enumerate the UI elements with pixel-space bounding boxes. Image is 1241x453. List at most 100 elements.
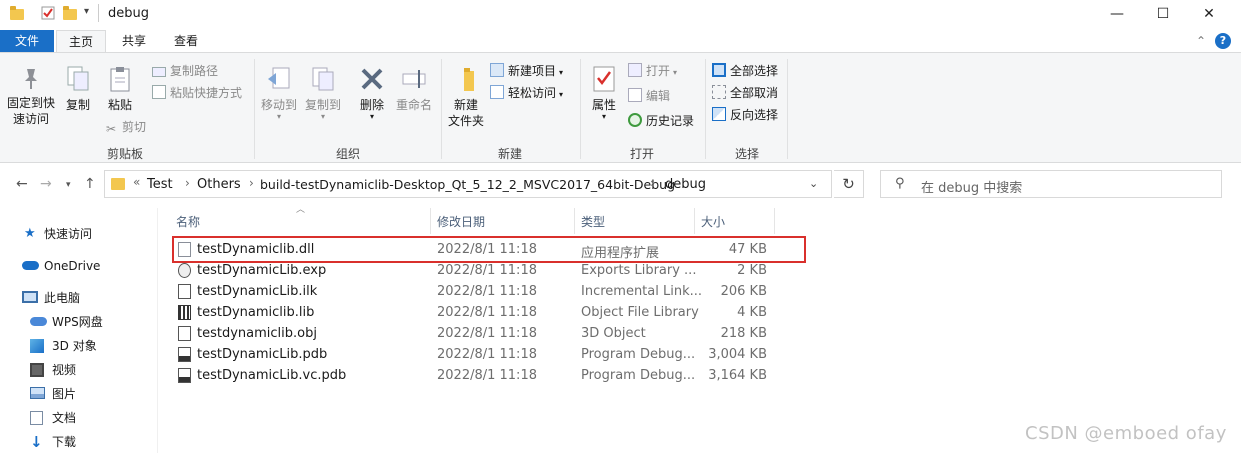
file-date: 2022/8/1 11:18 [437,347,537,362]
new-folder-label-1: 新建 [453,98,478,112]
pin-quick-access-button[interactable]: 固定到快 速访问 [4,65,58,127]
back-arrow-icon[interactable]: ← [16,176,28,192]
tab-file[interactable]: 文件 [0,30,54,53]
refresh-button[interactable]: ↻ [834,170,864,198]
rename-button[interactable]: 重命名 [392,65,436,113]
obj-icon [178,326,191,341]
breadcrumb-overflow[interactable]: « [133,175,140,189]
breadcrumb-debug[interactable]: debug [665,177,706,192]
new-folder-icon [464,68,474,91]
paste-icon [110,67,130,92]
file-name: testdynamiclib.obj [197,326,317,341]
address-history-icon[interactable]: ⌄ [809,177,818,190]
file-row[interactable]: testDynamicLib.pdb 2022/8/1 11:18 Program … [172,344,782,365]
file-row[interactable]: testDynamiclib.lib 2022/8/1 11:18 Object F… [172,302,782,323]
move-to-label: 移动到 [260,98,297,112]
download-icon: ↓ [30,433,43,451]
copy-path-button[interactable]: 复制路径 [152,61,218,81]
copy-button[interactable]: 复制 [60,65,96,113]
tab-share[interactable]: 共享 [112,30,156,53]
file-row[interactable]: testDynamicLib.ilk 2022/8/1 11:18 Incremen… [172,281,782,302]
nav-item-this-pc[interactable]: 此电脑 [22,288,80,308]
file-row[interactable]: testDynamicLib.vc.pdb 2022/8/1 11:18 Progr… [172,365,782,386]
move-to-button[interactable]: 移动到 ▾ [258,65,300,121]
column-header-date[interactable]: 修改日期 [437,212,485,232]
properties-dropdown-icon: ▾ [601,112,606,121]
window-title: debug [108,6,149,21]
file-date: 2022/8/1 11:18 [437,263,537,278]
refresh-icon: ↻ [842,175,855,193]
nav-item-quick-access[interactable]: ★ 快速访问 [24,224,92,244]
forward-arrow-icon[interactable]: → [40,176,52,192]
recent-locations-icon[interactable]: ▾ [66,180,71,190]
file-size: 3,004 KB [708,347,767,362]
breadcrumb-separator[interactable]: › [650,176,655,190]
breadcrumb-test[interactable]: Test [147,177,173,192]
invert-selection-button[interactable]: 反向选择 [712,105,778,125]
column-divider[interactable] [430,208,431,234]
help-icon[interactable]: ? [1215,33,1231,49]
easy-access-button[interactable]: 轻松访问 ▾ [490,83,563,103]
nav-item-downloads[interactable]: ↓ 下载 [30,432,76,452]
file-size: 218 KB [720,326,767,341]
file-name: testDynamicLib.exp [197,263,327,278]
paste-button[interactable]: 粘贴 [100,65,140,113]
maximize-button[interactable]: ☐ [1140,0,1186,28]
nav-item-wps-cloud[interactable]: WPS网盘 [30,312,103,332]
document-icon [30,411,43,425]
copy-label: 复制 [65,98,90,112]
nav-item-label: 文档 [52,411,77,425]
file-name: testDynamicLib.vc.pdb [197,368,347,383]
lib-icon [178,305,191,320]
easy-access-label: 轻松访问 [508,86,557,100]
delete-button[interactable]: 删除 ▾ [354,65,390,121]
up-arrow-icon[interactable]: ↑ [84,176,96,192]
new-item-button[interactable]: 新建项目 ▾ [490,61,563,81]
select-all-button[interactable]: 全部选择 [712,61,778,81]
history-button[interactable]: 历史记录 [628,111,694,131]
address-bar[interactable]: « Test › Others › build-testDynamiclib-D… [104,170,832,198]
breadcrumb-build-folder[interactable]: build-testDynamiclib-Desktop_Qt_5_12_2_M… [260,177,675,192]
file-date: 2022/8/1 11:18 [437,368,537,383]
column-divider[interactable] [774,208,775,234]
paste-shortcut-button[interactable]: 粘贴快捷方式 [152,83,242,103]
copy-to-button[interactable]: 复制到 ▾ [302,65,344,121]
select-none-button[interactable]: 全部取消 [712,83,778,103]
tab-home[interactable]: 主页 [56,30,106,53]
search-box[interactable]: ⚲ 在 debug 中搜索 [880,170,1222,198]
breadcrumb-separator[interactable]: › [185,176,190,190]
nav-item-onedrive[interactable]: OneDrive [22,256,100,276]
open-button[interactable]: 打开 ▾ [628,61,677,81]
collapse-ribbon-icon[interactable]: ⌃ [1196,34,1206,48]
new-folder-button[interactable]: 新建 文件夹 [446,65,486,129]
file-date: 2022/8/1 11:18 [437,305,537,320]
nav-item-videos[interactable]: 视频 [30,360,76,380]
column-header-type[interactable]: 类型 [581,212,605,232]
file-row[interactable]: testDynamicLib.exp 2022/8/1 11:18 Exports … [172,260,782,281]
group-divider [580,59,581,159]
new-folder-quick-icon[interactable] [63,6,77,20]
breadcrumb-separator[interactable]: › [249,176,254,190]
file-name: testDynamicLib.ilk [197,284,318,299]
column-divider[interactable] [574,208,575,234]
nav-item-documents[interactable]: 文档 [30,408,76,428]
nav-item-pictures[interactable]: 图片 [30,384,76,404]
file-row[interactable]: testdynamiclib.obj 2022/8/1 11:18 3D Objec… [172,323,782,344]
breadcrumb-others[interactable]: Others [197,177,241,192]
cut-button[interactable]: ✂ 剪切 [104,117,146,137]
edit-button[interactable]: 编辑 [628,86,670,106]
nav-item-label: 下载 [52,435,77,449]
customize-quick-access-icon[interactable]: ▾ [84,6,89,17]
cut-label: 剪切 [122,120,147,134]
column-header-name[interactable]: 名称 [176,212,200,232]
column-header-size[interactable]: 大小 [701,212,725,232]
rename-icon [402,70,426,88]
properties-button[interactable]: 属性 ▾ [586,65,622,121]
minimize-button[interactable]: — [1094,0,1140,28]
tab-view[interactable]: 查看 [164,30,208,53]
close-button[interactable]: ✕ [1186,0,1232,28]
copy-to-label: 复制到 [304,98,341,112]
column-divider[interactable] [694,208,695,234]
properties-quick-icon[interactable] [40,5,56,23]
nav-item-3d-objects[interactable]: 3D 对象 [30,336,97,356]
